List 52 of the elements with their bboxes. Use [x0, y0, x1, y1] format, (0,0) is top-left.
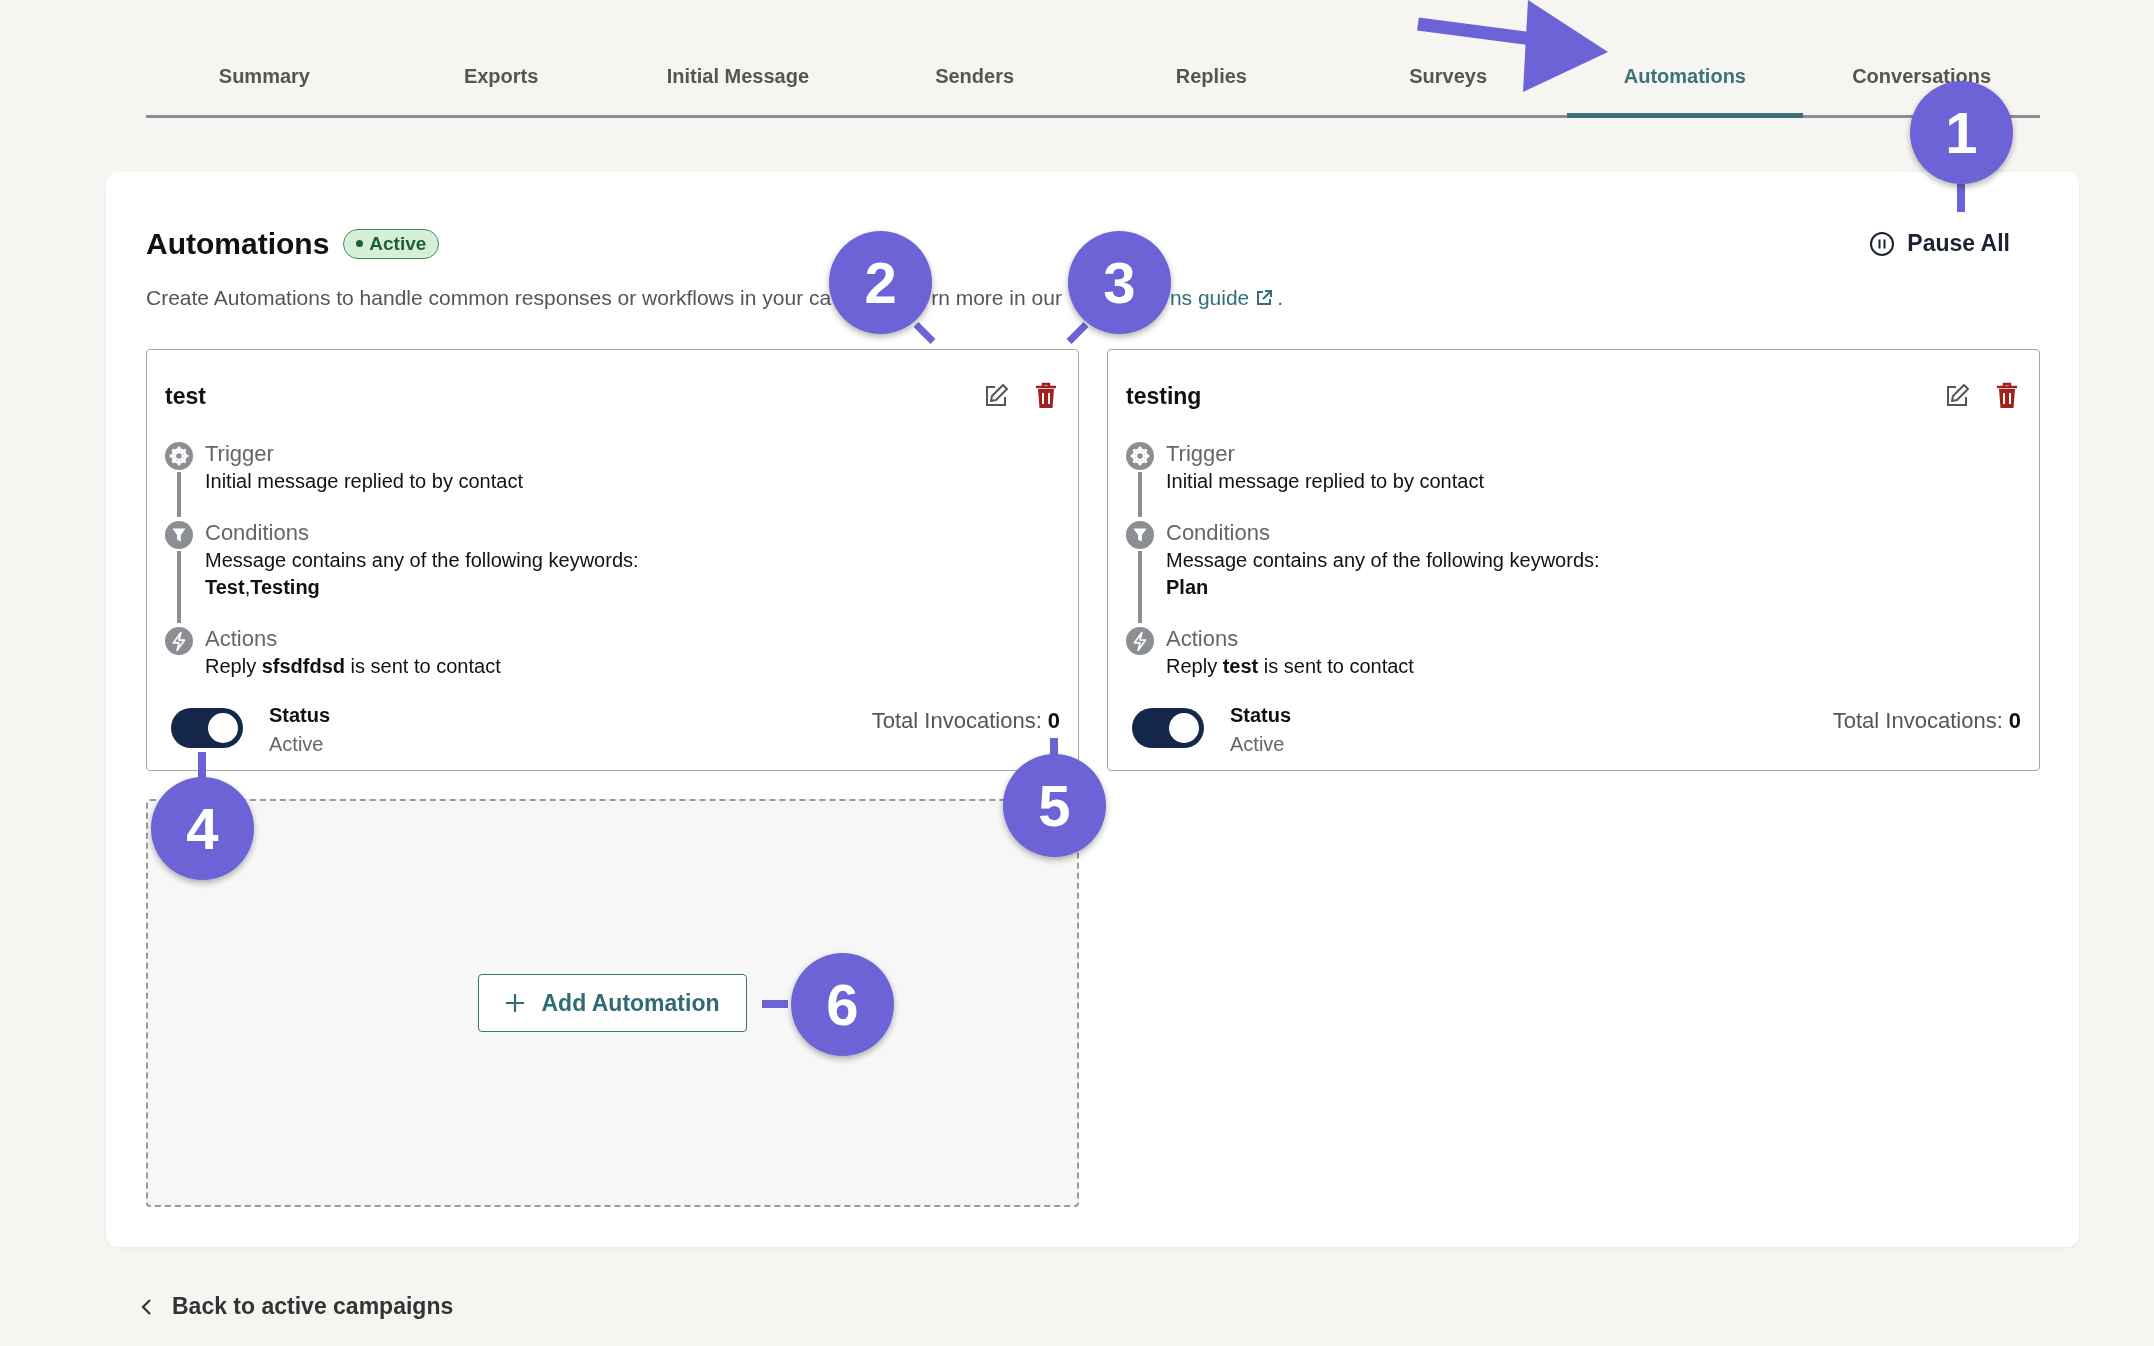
- description-text: rn more in our: [931, 286, 1062, 310]
- chevron-left-icon: [140, 1297, 152, 1316]
- tab[interactable]: Replies: [1093, 40, 1330, 118]
- dot-icon: [356, 240, 364, 247]
- status-value: Active: [1230, 733, 1286, 756]
- step-text: Plan: [1166, 575, 1210, 600]
- badge-label: Active: [369, 232, 427, 255]
- step-label: Actions: [1166, 625, 1240, 653]
- step-text: Test,Testing: [205, 575, 321, 600]
- step-text: Reply test is sent to contact: [1166, 654, 1415, 679]
- step-text: Message contains any of the following keywords:: [1166, 548, 1601, 573]
- invocations-label: Total Invocations:: [1832, 708, 2003, 734]
- bolt-icon: [165, 627, 193, 655]
- period-text: .: [1277, 286, 1284, 310]
- tab[interactable]: Exports: [382, 40, 620, 118]
- external-link-icon: [1255, 289, 1274, 307]
- filter-icon: [165, 521, 193, 549]
- callout-number: 3: [1067, 231, 1171, 334]
- step-label: Trigger: [1166, 440, 1236, 468]
- gear-icon: [165, 442, 193, 470]
- step-label: Actions: [205, 625, 279, 653]
- step-text: Initial message replied to by contact: [205, 469, 524, 494]
- automation-name: test: [165, 382, 206, 410]
- gear-icon: [1126, 442, 1154, 470]
- step-label: Trigger: [205, 440, 275, 468]
- step-label: Conditions: [1166, 519, 1271, 547]
- invocations-count: 0: [2008, 708, 2021, 734]
- tab[interactable]: Initial Message: [619, 40, 857, 118]
- automation-name: testing: [1126, 382, 1202, 410]
- tab[interactable]: Senders: [856, 40, 1093, 118]
- step-text: Initial message replied to by contact: [1166, 469, 1485, 494]
- status-label: Status: [269, 704, 331, 727]
- pause-all-button[interactable]: Pause All: [1865, 226, 2014, 261]
- plus-icon: [505, 993, 526, 1013]
- step-label: Conditions: [205, 519, 310, 547]
- pause-icon: [1869, 230, 1896, 257]
- step-text: Reply sfsdfdsd is sent to contact: [205, 654, 502, 679]
- status-label: Status: [1230, 704, 1292, 727]
- add-automation-button[interactable]: Add Automation: [478, 974, 747, 1032]
- page-title: Automations: [146, 226, 330, 261]
- guide-link[interactable]: ns guide: [1169, 286, 1250, 310]
- status-toggle[interactable]: [1132, 708, 1204, 748]
- status-value: Active: [269, 733, 325, 756]
- invocations-label: Total Invocations:: [871, 708, 1042, 734]
- bolt-icon: [1126, 627, 1154, 655]
- invocations-count: 0: [1047, 708, 1060, 734]
- filter-icon: [1126, 521, 1154, 549]
- description-text: Create Automations to handle common responses or workflows in your ca: [146, 286, 832, 310]
- back-link[interactable]: Back to active campaigns: [140, 1293, 454, 1320]
- status-toggle[interactable]: [171, 708, 243, 748]
- tab[interactable]: Summary: [146, 40, 383, 118]
- step-text: Message contains any of the following keywords:: [205, 548, 640, 573]
